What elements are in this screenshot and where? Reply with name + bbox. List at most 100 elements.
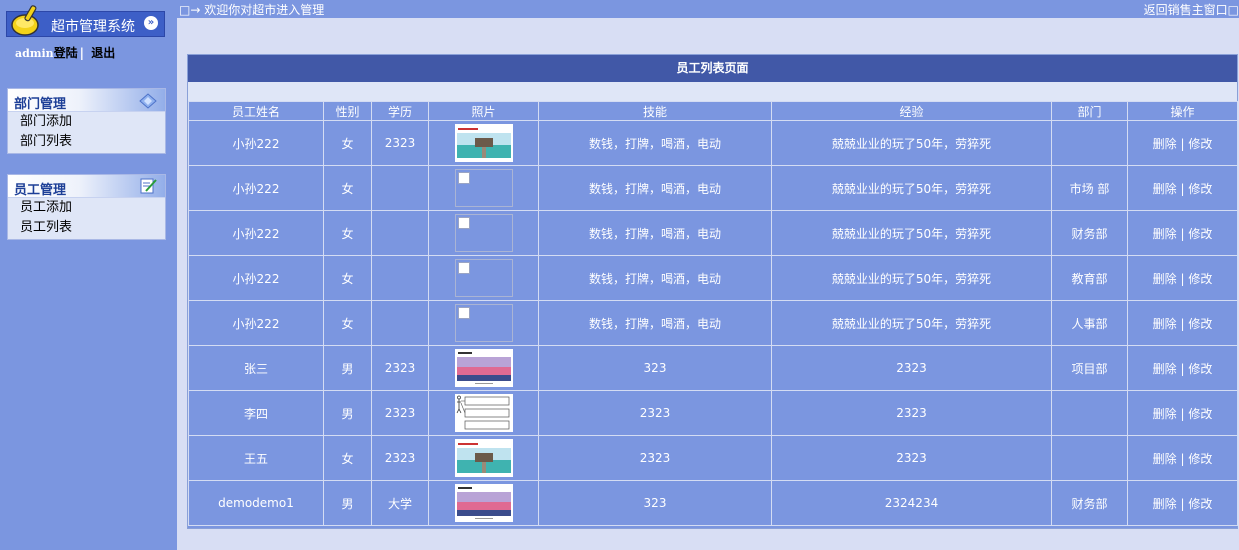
employee-department: 财务部 xyxy=(1051,210,1128,256)
table-row: 王五女 2323 2323 2323 删除 | 修改 xyxy=(188,435,1238,481)
delete-link[interactable]: 删除 xyxy=(1153,317,1177,331)
delete-link[interactable]: 删除 xyxy=(1153,497,1177,511)
broken-image-icon xyxy=(454,214,513,252)
row-actions: 删除 | 修改 xyxy=(1127,480,1238,526)
employee-photo-cell xyxy=(428,435,539,481)
table-row: demodemo1 男大学 323 2324234 财务部 删除 | 修改 xyxy=(188,480,1238,526)
employee-gender: 男 xyxy=(323,345,372,391)
edit-link[interactable]: 修改 xyxy=(1188,137,1212,151)
action-separator: | xyxy=(1180,136,1185,151)
employee-skills: 数钱，打牌，喝酒，电动 xyxy=(538,120,772,166)
employee-name: demodemo1 xyxy=(188,480,324,526)
employee-education: 2323 xyxy=(371,345,429,391)
employee-name: 小孙222 xyxy=(188,210,324,256)
employee-experience: 兢兢业业的玩了50年，劳猝死 xyxy=(771,120,1052,166)
employee-photo-cell xyxy=(428,390,539,436)
employee-education: 2323 xyxy=(371,435,429,481)
employee-department: 项目部 xyxy=(1051,345,1128,391)
column-header: 性别 xyxy=(323,101,372,121)
broken-image-icon xyxy=(454,259,513,297)
edit-link[interactable]: 修改 xyxy=(1188,497,1212,511)
row-actions: 删除 | 修改 xyxy=(1127,165,1238,211)
panel-header[interactable]: 部门管理 xyxy=(8,89,165,112)
login-status: admin登陆 | 退出 xyxy=(15,46,116,60)
panel-title: 部门管理 xyxy=(14,97,67,112)
employee-department xyxy=(1051,435,1128,481)
back-to-sales-link[interactable]: 返回销售主窗口□ xyxy=(1144,1,1239,18)
employee-name: 小孙222 xyxy=(188,165,324,211)
page-title: 员工列表页面 xyxy=(188,55,1237,82)
menu-item-employee-add[interactable]: 员工添加 xyxy=(8,198,165,218)
action-separator: | xyxy=(1180,406,1185,421)
employee-photo-cell xyxy=(428,165,539,211)
employee-experience: 2323 xyxy=(771,390,1052,436)
table-row: 小孙222 女 2323 数钱，打牌，喝酒，电动 兢兢业业的玩了50年，劳猝死 删除 | … xyxy=(188,120,1238,166)
seaside-pier-photo xyxy=(454,439,513,477)
employee-management-panel: 员工管理 员工添加 员工列表 xyxy=(7,174,166,240)
table-row: 小孙222 女数钱，打牌，喝酒，电动 兢兢业业的玩了50年，劳猝死 教育部 删除 | 修… xyxy=(188,255,1238,301)
row-actions: 删除 | 修改 xyxy=(1127,435,1238,481)
employee-photo-cell xyxy=(428,120,539,166)
app-title: 超市管理系统 xyxy=(51,19,135,35)
panel-header[interactable]: 员工管理 xyxy=(8,175,165,198)
delete-link[interactable]: 删除 xyxy=(1153,227,1177,241)
panel-title: 员工管理 xyxy=(14,183,67,198)
table-row: 李四男 2323 2323 2323 删除 | 修改 xyxy=(188,390,1238,436)
action-separator: | xyxy=(1180,451,1185,466)
delete-link[interactable]: 删除 xyxy=(1153,452,1177,466)
table-row: 小孙222 女数钱，打牌，喝酒，电动 兢兢业业的玩了50年，劳猝死 人事部 删除 | 修… xyxy=(188,300,1238,346)
employee-gender: 男 xyxy=(323,390,372,436)
broken-image-icon xyxy=(454,169,513,207)
table-row: 小孙222 女数钱，打牌，喝酒，电动 兢兢业业的玩了50年，劳猝死 财务部 删除 | 修… xyxy=(188,210,1238,256)
action-separator: | xyxy=(1180,271,1185,286)
login-text: 登陆 xyxy=(53,46,78,60)
column-header: 技能 xyxy=(538,101,772,121)
delete-link[interactable]: 删除 xyxy=(1153,182,1177,196)
column-header: 部门 xyxy=(1051,101,1128,121)
edit-link[interactable]: 修改 xyxy=(1188,227,1212,241)
employee-name: 张三 xyxy=(188,345,324,391)
employee-skills: 数钱，打牌，喝酒，电动 xyxy=(538,210,772,256)
employee-name: 小孙222 xyxy=(188,300,324,346)
edit-link[interactable]: 修改 xyxy=(1188,407,1212,421)
edit-link[interactable]: 修改 xyxy=(1188,362,1212,376)
menu-item-dept-list[interactable]: 部门列表 xyxy=(8,132,165,152)
delete-link[interactable]: 删除 xyxy=(1153,272,1177,286)
delete-link[interactable]: 删除 xyxy=(1153,407,1177,421)
edit-link[interactable]: 修改 xyxy=(1188,272,1212,286)
menu-item-dept-add[interactable]: 部门添加 xyxy=(8,112,165,132)
edit-link[interactable]: 修改 xyxy=(1188,452,1212,466)
action-separator: | xyxy=(1180,226,1185,241)
column-header: 经验 xyxy=(771,101,1052,121)
employee-skills: 数钱，打牌，喝酒，电动 xyxy=(538,165,772,211)
dept-management-panel: 部门管理 部门添加 部门列表 xyxy=(7,88,166,154)
column-header: 操作 xyxy=(1127,101,1238,121)
delete-link[interactable]: 删除 xyxy=(1153,362,1177,376)
column-header: 学历 xyxy=(371,101,429,121)
employee-skills: 323 xyxy=(538,480,772,526)
edit-icon xyxy=(140,178,157,194)
employee-experience: 2323 xyxy=(771,345,1052,391)
employee-gender: 男 xyxy=(323,480,372,526)
collapse-chevron-icon[interactable]: » xyxy=(144,16,158,30)
action-separator: | xyxy=(1180,361,1185,376)
table-row: 小孙222 女 数钱，打牌，喝酒，电动 兢兢业业的玩了50年，劳猝死 市场 部删除 | … xyxy=(188,165,1238,211)
employee-skills: 数钱，打牌，喝酒，电动 xyxy=(538,300,772,346)
menu-item-employee-list[interactable]: 员工列表 xyxy=(8,218,165,238)
edit-link[interactable]: 修改 xyxy=(1188,182,1212,196)
edit-link[interactable]: 修改 xyxy=(1188,317,1212,331)
action-separator: | xyxy=(1180,496,1185,511)
top-bar: □→ 欢迎你对超市进入管理 返回销售主窗口□ xyxy=(177,0,1239,18)
table-row: 张三男 2323 323 2323 项目部 删除 | 修改 xyxy=(188,345,1238,391)
delete-link[interactable]: 删除 xyxy=(1153,137,1177,151)
action-separator: | xyxy=(1180,181,1185,196)
employee-experience: 兢兢业业的玩了50年，劳猝死 xyxy=(771,300,1052,346)
employee-experience: 2323 xyxy=(771,435,1052,481)
main-content: 员工列表页面 员工姓名 性别 学历 照片 技能 经验 部门 操作 小孙222 女 2 xyxy=(177,18,1239,550)
employee-education: 大学 xyxy=(371,480,429,526)
employee-name: 小孙222 xyxy=(188,120,324,166)
employee-photo-cell xyxy=(428,210,539,256)
employee-photo-cell xyxy=(428,255,539,301)
logout-link[interactable]: 退出 xyxy=(91,46,115,60)
employee-experience: 兢兢业业的玩了50年，劳猝死 xyxy=(771,210,1052,256)
